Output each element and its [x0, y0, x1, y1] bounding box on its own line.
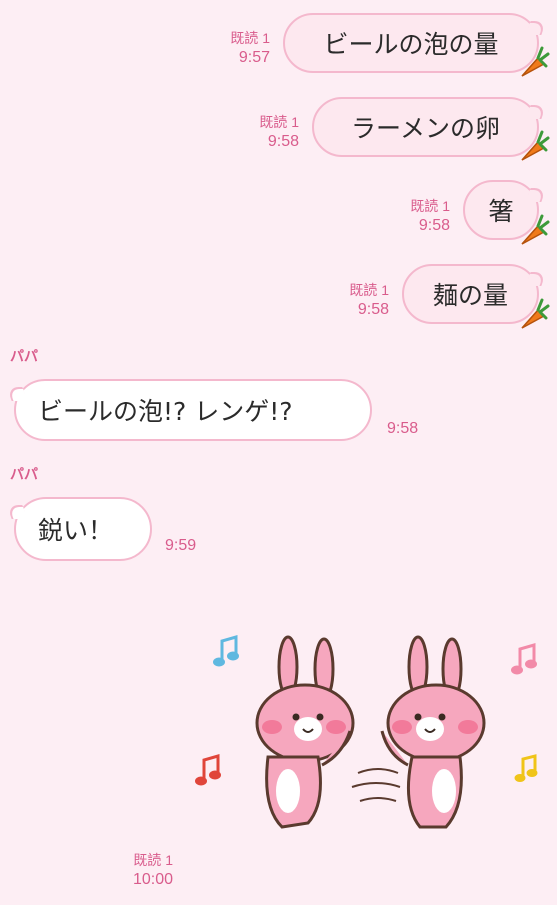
message-text: 鋭い！ — [38, 516, 114, 545]
read-status: 既読 1 9:58 — [349, 280, 389, 320]
rabbit-sticker[interactable] — [190, 625, 550, 850]
read-label: 既読 1 — [230, 30, 270, 46]
read-status: 既読 1 9:58 — [259, 112, 299, 152]
message-text: ビールの泡の量 — [323, 30, 499, 59]
message-time: 10:00 — [132, 871, 173, 888]
read-status: 既読 1 9:58 — [410, 196, 450, 236]
message-time: 9:58 — [357, 301, 389, 318]
read-status: 既読 1 10:00 — [133, 850, 173, 890]
music-note-icon — [195, 754, 221, 786]
message-text: 麺の量 — [432, 281, 508, 310]
outgoing-message-bubble[interactable]: ラーメンの卵 — [312, 97, 539, 157]
carrot-icon — [521, 46, 550, 77]
message-text: ラーメンの卵 — [350, 114, 500, 143]
sender-name: パパ — [10, 348, 38, 364]
incoming-message-bubble[interactable]: 鋭い！ — [14, 497, 152, 561]
rabbit-character — [380, 635, 486, 829]
carrot-icon — [521, 298, 550, 329]
music-note-icon — [213, 635, 239, 667]
music-note-icon — [514, 754, 538, 782]
rabbit-character — [255, 635, 355, 829]
incoming-message-bubble[interactable]: ビールの泡!? レンゲ!? — [14, 379, 372, 441]
message-time: 9:59 — [165, 537, 197, 554]
message-text: 箸 — [488, 197, 514, 226]
message-time: 9:58 — [387, 420, 419, 437]
read-label: 既読 1 — [259, 114, 299, 130]
carrot-icon — [521, 130, 550, 161]
message-time: 9:58 — [418, 217, 450, 234]
sender-name: パパ — [10, 466, 38, 482]
message-time: 9:57 — [238, 49, 270, 66]
read-label: 既読 1 — [133, 852, 173, 868]
outgoing-message-bubble[interactable]: ビールの泡の量 — [283, 13, 539, 73]
read-label: 既読 1 — [410, 198, 450, 214]
carrot-icon — [521, 214, 550, 245]
message-text: ビールの泡!? レンゲ!? — [38, 397, 293, 426]
read-status: 既読 1 9:57 — [230, 28, 270, 68]
message-time: 9:58 — [267, 133, 299, 150]
read-label: 既読 1 — [349, 282, 389, 298]
music-note-icon — [511, 643, 537, 675]
